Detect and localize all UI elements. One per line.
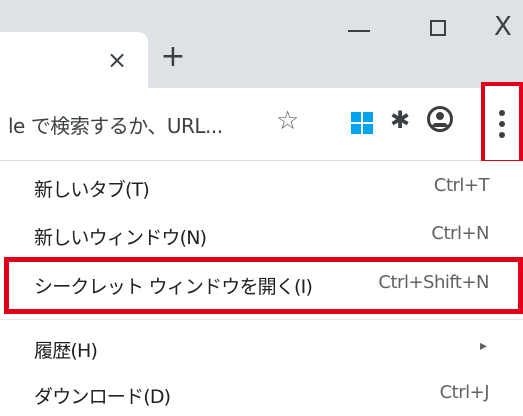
chrome-main-menu: 新しいタブ(T) Ctrl+T 新しいウィンドウ(N) Ctrl+N シークレッ…: [0, 161, 523, 416]
omnibox-input[interactable]: le で検索するか、URL...: [8, 110, 223, 139]
profile-avatar-icon[interactable]: [427, 106, 453, 132]
title-bar: × + X: [0, 0, 523, 88]
menu-item-new-tab[interactable]: 新しいタブ(T) Ctrl+T: [0, 165, 523, 209]
extensions-puzzle-icon[interactable]: ✱: [390, 106, 410, 134]
menu-item-shortcut: Ctrl+T: [433, 175, 490, 196]
menu-item-shortcut: Ctrl+N: [431, 223, 489, 244]
tab-close-icon[interactable]: ×: [104, 46, 130, 74]
maximize-button[interactable]: [430, 20, 446, 36]
active-tab[interactable]: ×: [0, 32, 148, 88]
menu-separator: [0, 319, 523, 320]
menu-item-new-window[interactable]: 新しいウィンドウ(N) Ctrl+N: [0, 213, 523, 257]
bookmark-star-icon[interactable]: ☆: [276, 106, 299, 136]
new-tab-button[interactable]: +: [158, 42, 188, 72]
menu-item-downloads[interactable]: ダウンロード(D) Ctrl+J: [0, 372, 523, 416]
menu-item-label: ダウンロード(D): [34, 386, 171, 408]
menu-button[interactable]: [481, 82, 523, 164]
submenu-arrow-icon: ▸: [479, 338, 487, 354]
close-window-button[interactable]: X: [494, 14, 512, 40]
menu-item-label: 新しいウィンドウ(N): [34, 227, 207, 249]
menu-item-shortcut: Ctrl+J: [439, 382, 490, 403]
minimize-button[interactable]: [348, 30, 370, 32]
windows-extension-icon[interactable]: [351, 112, 373, 134]
menu-item-label: 履歴(H): [34, 340, 98, 362]
menu-item-label: 新しいタブ(T): [34, 179, 150, 201]
menu-item-incognito-window[interactable]: シークレット ウィンドウを開く(I) Ctrl+Shift+N: [0, 262, 523, 306]
toolbar: le で検索するか、URL... ☆ ✱: [0, 88, 523, 161]
menu-item-label: シークレット ウィンドウを開く(I): [34, 276, 313, 298]
menu-item-history[interactable]: 履歴(H) ▸: [0, 326, 523, 370]
menu-item-shortcut: Ctrl+Shift+N: [378, 272, 489, 293]
kebab-menu-icon: [499, 110, 505, 143]
